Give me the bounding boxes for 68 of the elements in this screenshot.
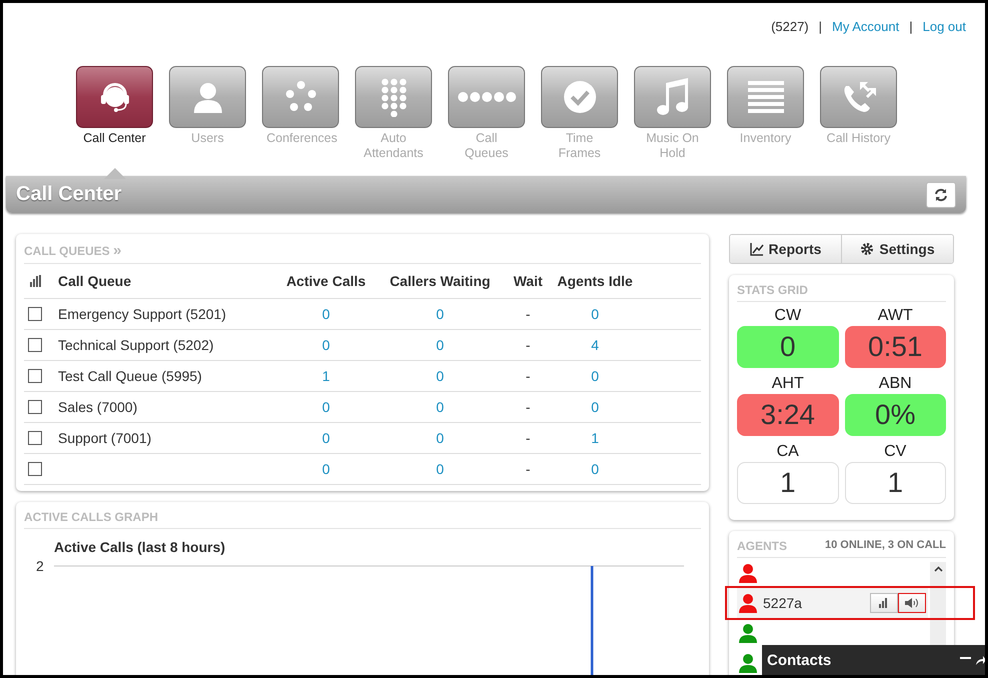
nav-label: Auto Attendants (362, 131, 424, 161)
column-header: Call Queue (58, 273, 132, 289)
panel-title: AGENTS (737, 539, 788, 553)
table-cell-text: 0 (590, 461, 600, 477)
stat-value: 1 (737, 462, 838, 504)
table-cell-text: 0 (321, 306, 331, 322)
column-header: Wait (512, 273, 544, 289)
extension-number: (5227) (771, 18, 809, 34)
panel-title: STATS GRID (737, 283, 808, 297)
chart-title: Active Calls (last 8 hours) (54, 539, 226, 555)
table-cell-text: Sales (7000) (58, 399, 138, 415)
nav-label: Music On Hold (645, 131, 700, 161)
table-cell-text: - (524, 430, 532, 446)
stat-label: CV (884, 442, 906, 462)
stat-label: AHT (772, 374, 804, 394)
table-cell-text: 1 (590, 430, 600, 446)
table-cell-text: Support (7001) (58, 430, 152, 446)
table-cell-text: 0 (435, 306, 445, 322)
nav-label: Call History (826, 131, 890, 146)
nav-label: Users (191, 131, 224, 146)
panel-title: CALL QUEUES » (24, 242, 122, 259)
nav-label: Time Frames (557, 131, 602, 161)
table-cell-text: 0 (321, 337, 331, 353)
table-cell-text: 0 (321, 430, 331, 446)
axis-tick-label: 2 (36, 558, 44, 574)
table-cell-text: 0 (590, 306, 600, 322)
table-cell-text: - (524, 461, 532, 477)
table-cell-text: 0 (435, 337, 445, 353)
stat-label: CA (776, 442, 799, 462)
table-cell-text: 0 (435, 368, 445, 384)
stat-value: 0% (844, 394, 946, 436)
agent-summary: 10 ONLINE, 3 ON CALL (824, 539, 946, 553)
table-cell-text: 0 (435, 461, 445, 477)
table-cell-text: 4 (590, 337, 600, 353)
stat-label: ABN (878, 374, 912, 394)
column-header: Agents Idle (556, 273, 634, 289)
separator: | (818, 18, 822, 34)
table-cell-text: 0 (435, 430, 445, 446)
nav-label: Call Queues (464, 131, 510, 161)
stat-value: 0:51 (844, 326, 946, 368)
separator: | (909, 18, 913, 34)
table-cell-text: Test Call Queue (5995) (58, 368, 203, 384)
contacts-title: Contacts (767, 652, 832, 668)
stat-value: 0 (737, 326, 838, 368)
table-cell-text: 0 (590, 399, 600, 415)
stat-label: AWT (878, 306, 913, 326)
table-cell-text: 1 (321, 368, 331, 384)
table-cell-text: Technical Support (5202) (58, 337, 215, 353)
table-cell-text: Emergency Support (5201) (58, 306, 228, 322)
stat-label: CW (774, 306, 802, 326)
table-cell-text: - (524, 368, 532, 384)
column-header: Active Calls (285, 273, 367, 289)
table-cell-text: - (524, 306, 532, 322)
table-cell-text: - (524, 337, 532, 353)
nav-label: Call Center (83, 131, 146, 146)
stat-value: 3:24 (737, 394, 838, 436)
table-cell-text: 0 (590, 368, 600, 384)
column-header: Callers Waiting (388, 273, 492, 289)
panel-title: ACTIVE CALLS GRAPH (24, 510, 158, 524)
table-cell-text: 0 (321, 399, 331, 415)
nav-label: Conferences (266, 131, 334, 146)
page-title: Call Center (16, 183, 122, 206)
table-cell-text: 0 (435, 399, 445, 415)
table-cell-text: - (524, 399, 532, 415)
agent-name: 5227a (763, 595, 803, 611)
nav-label: Inventory (740, 131, 792, 146)
table-cell-text: 0 (321, 461, 331, 477)
stat-value: 1 (844, 462, 946, 504)
